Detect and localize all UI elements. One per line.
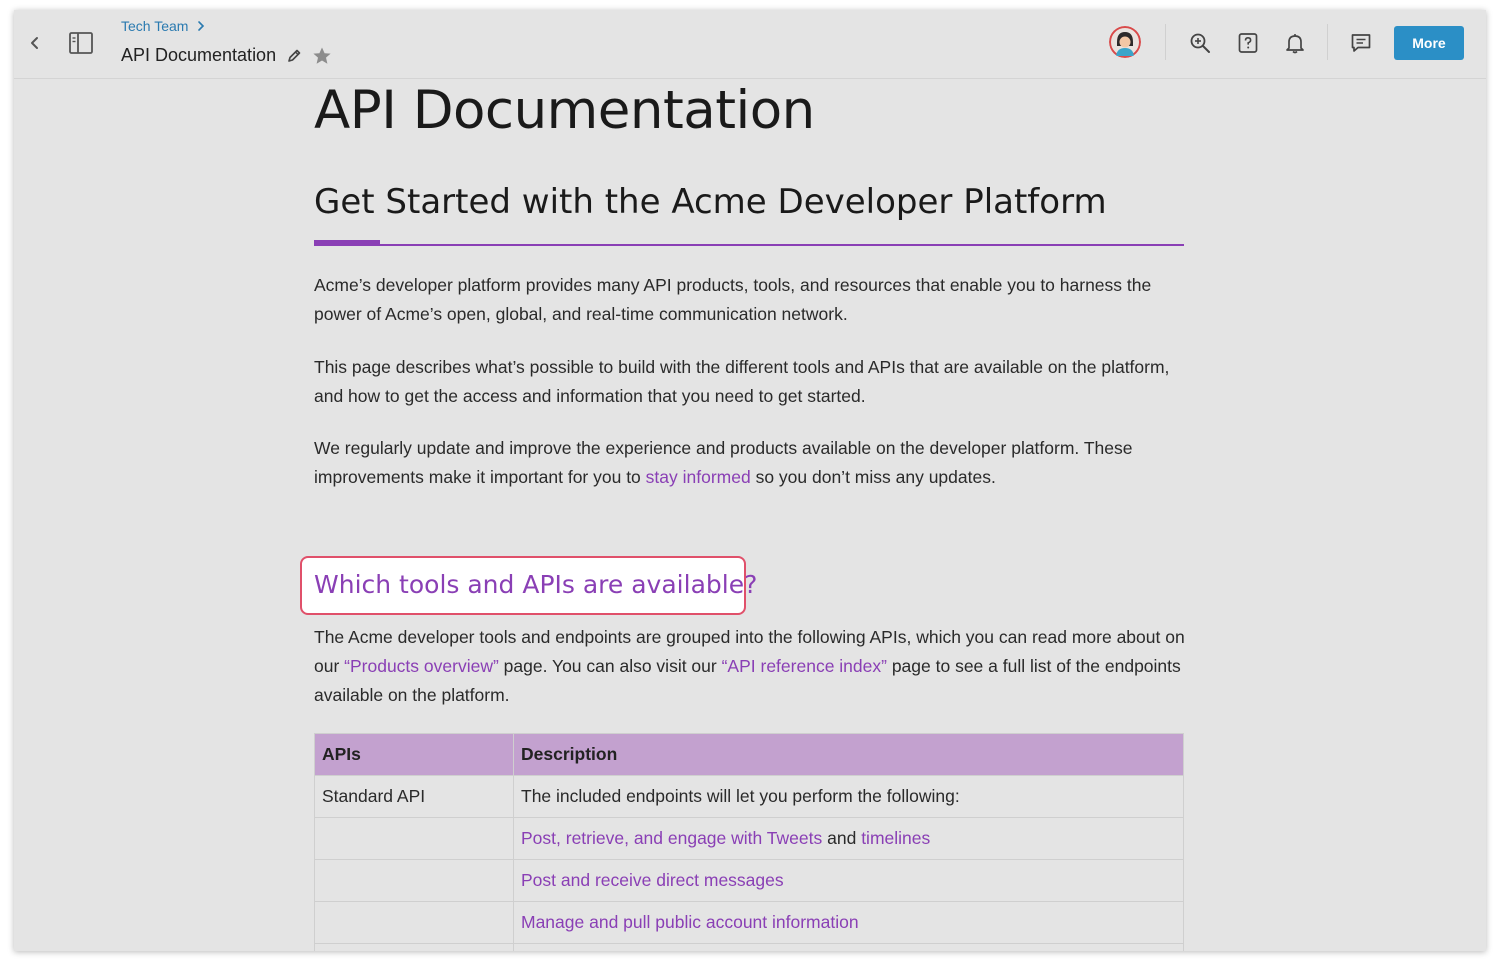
subsection-heading: Which tools and APIs are available? (314, 570, 758, 599)
table-cell-api (314, 943, 514, 951)
table-cell-api (314, 817, 514, 860)
account-information-link[interactable]: Manage and pull public account informati… (521, 912, 859, 932)
updates-text-end: so you don’t miss any updates. (750, 467, 996, 487)
chevron-right-icon (198, 21, 205, 31)
table-cell-api (314, 901, 514, 944)
api-reference-index-link[interactable]: “API reference index” (722, 656, 887, 676)
heading-underline-accent (314, 240, 380, 246)
avatar[interactable] (1109, 26, 1141, 58)
table-row: Post and receive direct messages (314, 859, 1184, 902)
tweets-link[interactable]: Post, retrieve, and engage with Tweets (521, 828, 822, 848)
table-header-row: APIs Description (314, 733, 1184, 776)
page-title: API Documentation (121, 45, 277, 65)
table-cell-description (513, 943, 1184, 951)
back-icon[interactable] (26, 32, 42, 54)
sidebar-toggle-icon[interactable] (68, 30, 94, 56)
top-bar: Tech Team API Documentation More (14, 10, 1486, 79)
star-icon[interactable] (312, 46, 332, 66)
table-row (314, 943, 1184, 951)
app-window: Tech Team API Documentation More API Doc… (14, 10, 1486, 951)
apis-paragraph: The Acme developer tools and endpoints a… (314, 623, 1199, 710)
table-cell-description: Post and receive direct messages (513, 859, 1184, 902)
table-cell-description: Manage and pull public account informati… (513, 901, 1184, 944)
stay-informed-link[interactable]: stay informed (646, 467, 751, 487)
edit-icon[interactable] (286, 48, 302, 64)
description-paragraph: This page describes what’s possible to b… (314, 357, 1170, 406)
direct-messages-link[interactable]: Post and receive direct messages (521, 870, 784, 890)
updates-paragraph: We regularly update and improve the expe… (314, 434, 1194, 492)
comment-icon[interactable] (1349, 31, 1373, 55)
column-header-apis: APIs (314, 733, 514, 776)
apis-text-mid: page. You can also visit our (498, 656, 722, 676)
breadcrumb-link-tech-team[interactable]: Tech Team (121, 18, 188, 34)
toolbar-divider (1327, 24, 1328, 60)
section-heading: Get Started with the Acme Developer Plat… (314, 182, 1107, 222)
table-cell-api (314, 859, 514, 902)
document-heading: API Documentation (314, 80, 815, 141)
more-button[interactable]: More (1394, 26, 1464, 60)
table-cell-api: Standard API (314, 775, 514, 818)
apis-table: APIs Description Standard API The includ… (314, 733, 1184, 951)
zoom-in-icon[interactable] (1188, 31, 1212, 55)
bell-icon[interactable] (1283, 31, 1307, 55)
table-row: Standard API The included endpoints will… (314, 775, 1184, 818)
intro-paragraph: Acme’s developer platform provides many … (314, 275, 1152, 324)
table-cell-description: The included endpoints will let you perf… (513, 775, 1184, 818)
products-overview-link[interactable]: “Products overview” (344, 656, 499, 676)
table-cell-text: and (822, 828, 862, 848)
table-row: Post, retrieve, and engage with Tweets a… (314, 817, 1184, 860)
heading-underline (314, 244, 1184, 246)
help-icon[interactable] (1236, 31, 1260, 55)
page-title-row: API Documentation (121, 45, 332, 66)
table-row: Manage and pull public account informati… (314, 901, 1184, 944)
toolbar-divider (1165, 24, 1166, 60)
table-cell-description: Post, retrieve, and engage with Tweets a… (513, 817, 1184, 860)
breadcrumb: Tech Team (121, 18, 206, 34)
timelines-link[interactable]: timelines (861, 828, 930, 848)
column-header-description: Description (513, 733, 1184, 776)
